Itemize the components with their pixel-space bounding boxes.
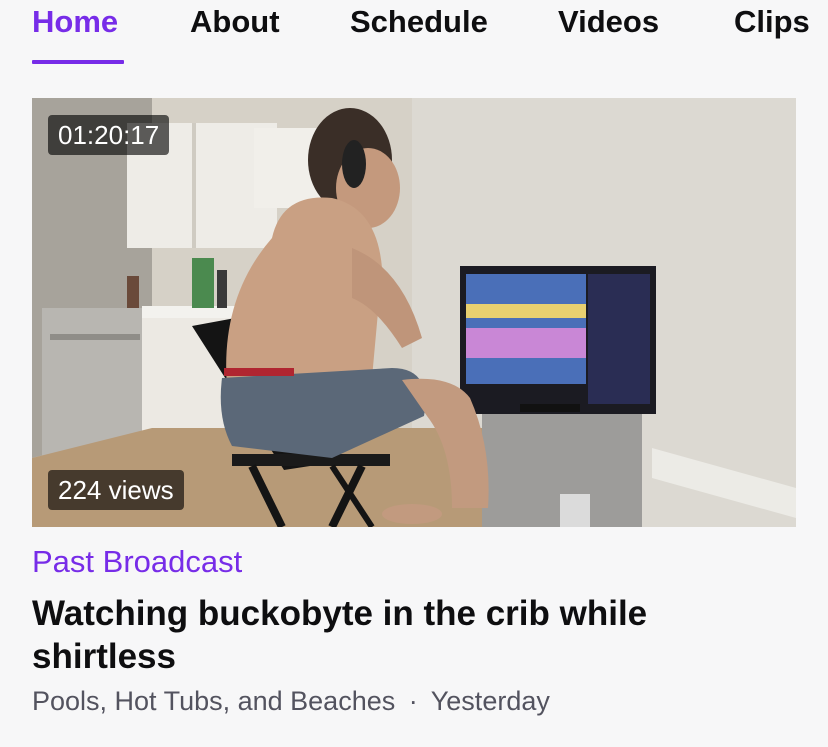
- game-category-link[interactable]: Pools, Hot Tubs, and Beaches: [32, 686, 395, 716]
- tab-videos[interactable]: Videos: [558, 4, 659, 40]
- video-thumbnail[interactable]: 01:20:17 224 views: [32, 98, 796, 527]
- tab-clips[interactable]: Clips: [734, 4, 810, 40]
- channel-tabs: Home About Schedule Videos Clips: [0, 0, 828, 70]
- tab-home[interactable]: Home: [32, 4, 118, 40]
- meta-separator: ·: [408, 686, 418, 716]
- tab-about[interactable]: About: [190, 4, 280, 40]
- video-duration-badge: 01:20:17: [48, 115, 170, 155]
- thumbnail-image: [32, 98, 796, 527]
- video-type-label: Past Broadcast: [32, 544, 243, 579]
- video-date: Yesterday: [430, 686, 550, 716]
- active-tab-indicator: [32, 60, 124, 64]
- view-count-badge: 224 views: [48, 470, 184, 510]
- tab-schedule[interactable]: Schedule: [350, 4, 488, 40]
- video-title[interactable]: Watching buckobyte in the crib while shi…: [32, 592, 652, 678]
- video-meta: Pools, Hot Tubs, and Beaches · Yesterday: [32, 686, 550, 717]
